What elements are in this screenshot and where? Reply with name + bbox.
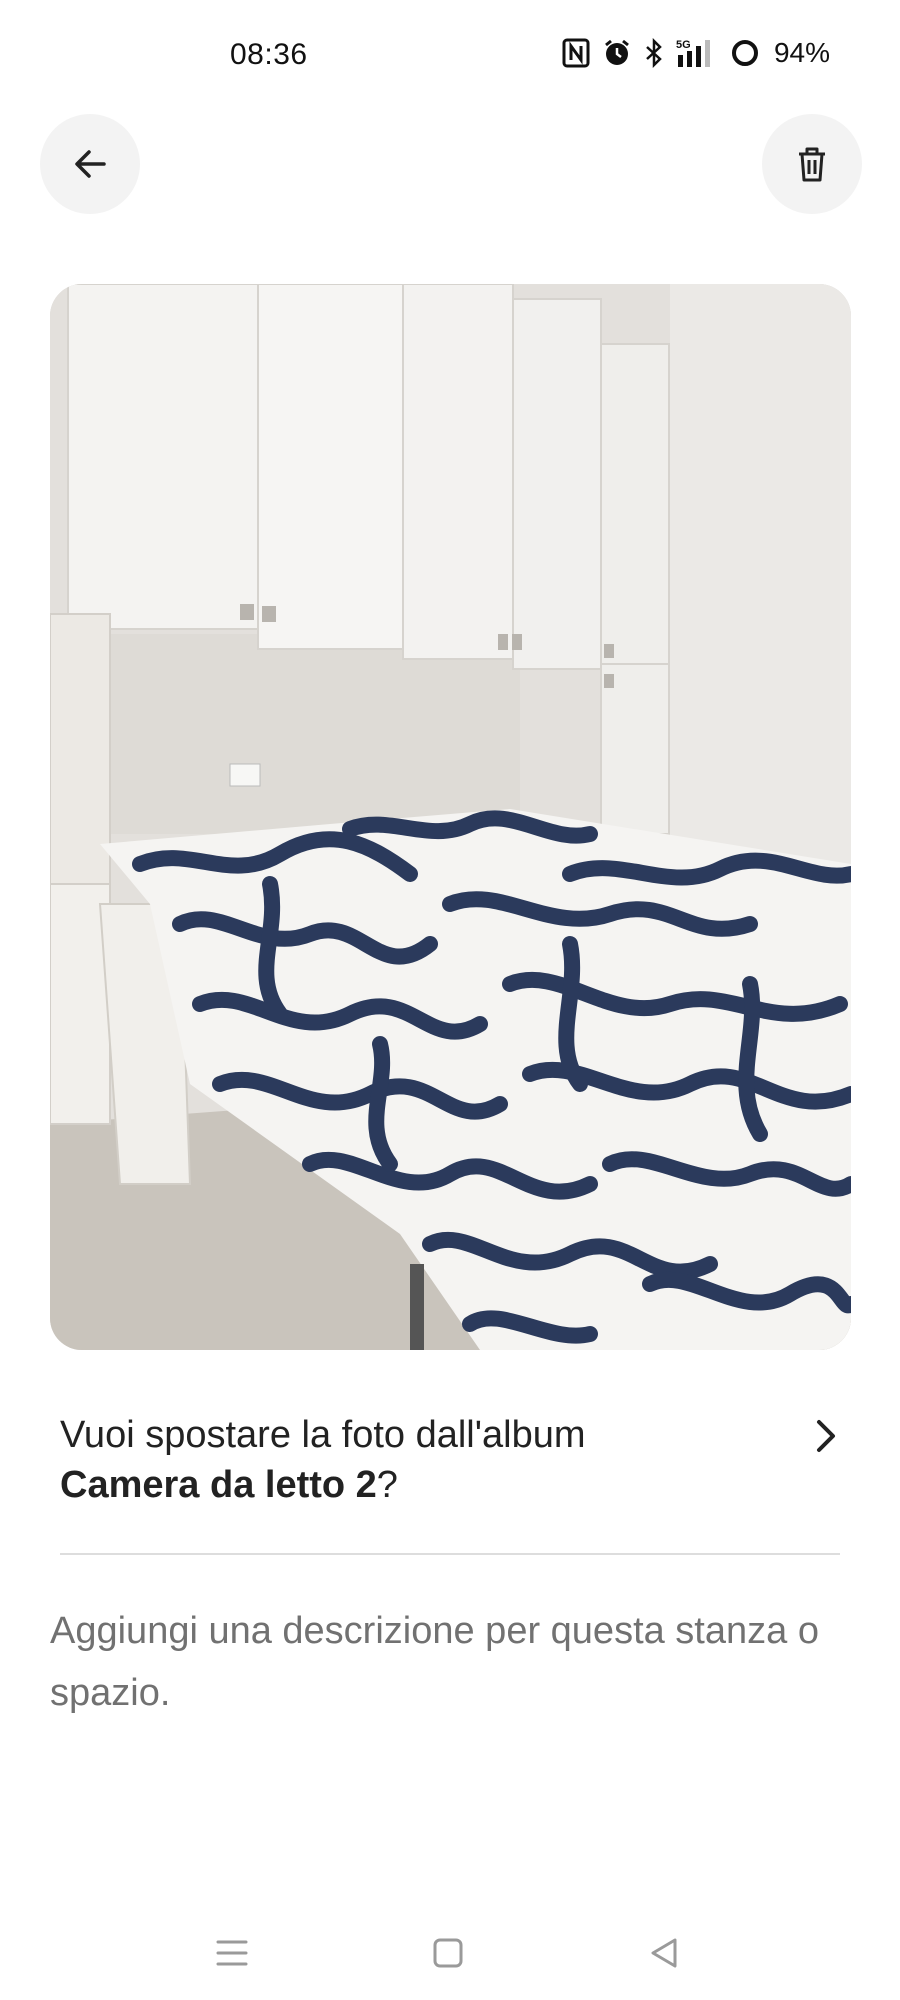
bluetooth-icon [644,36,664,70]
system-nav-bar [0,1900,900,2000]
back-button[interactable] [40,114,140,214]
chevron-right-icon [817,1420,835,1452]
album-name-line: Camera da letto 2? [60,1460,845,1510]
nav-back-button[interactable] [634,1928,694,1978]
move-album-text: Vuoi spostare la foto dall'album [60,1414,586,1456]
nfc-icon [562,36,590,70]
nav-home-button[interactable] [418,1928,478,1978]
alarm-icon [602,36,632,70]
status-icons: 5G 94% [562,36,830,70]
description-input[interactable]: Aggiungi una descrizione per questa stan… [50,1600,850,1740]
trash-icon [799,147,825,182]
back-triangle-icon [651,1938,677,1968]
delete-button[interactable] [762,114,862,214]
divider [60,1553,840,1555]
move-album-row[interactable]: Vuoi spostare la foto dall'album Camera … [60,1410,845,1520]
nav-menu-button[interactable] [202,1928,262,1978]
menu-icon [216,1940,248,1966]
arrow-left-icon [75,150,106,178]
network-label: 5G [676,39,691,51]
bedroom-photo [50,284,851,1350]
home-square-icon [433,1938,463,1968]
battery-icon [730,36,760,70]
battery-percent: 94% [773,37,830,68]
album-suffix: ? [376,1464,398,1506]
status-time: 08:36 [230,38,308,71]
signal-5g-icon: 5G [676,36,718,70]
album-name: Camera da letto 2 [60,1464,377,1506]
status-bar: 08:36 5G 94% [0,0,900,110]
